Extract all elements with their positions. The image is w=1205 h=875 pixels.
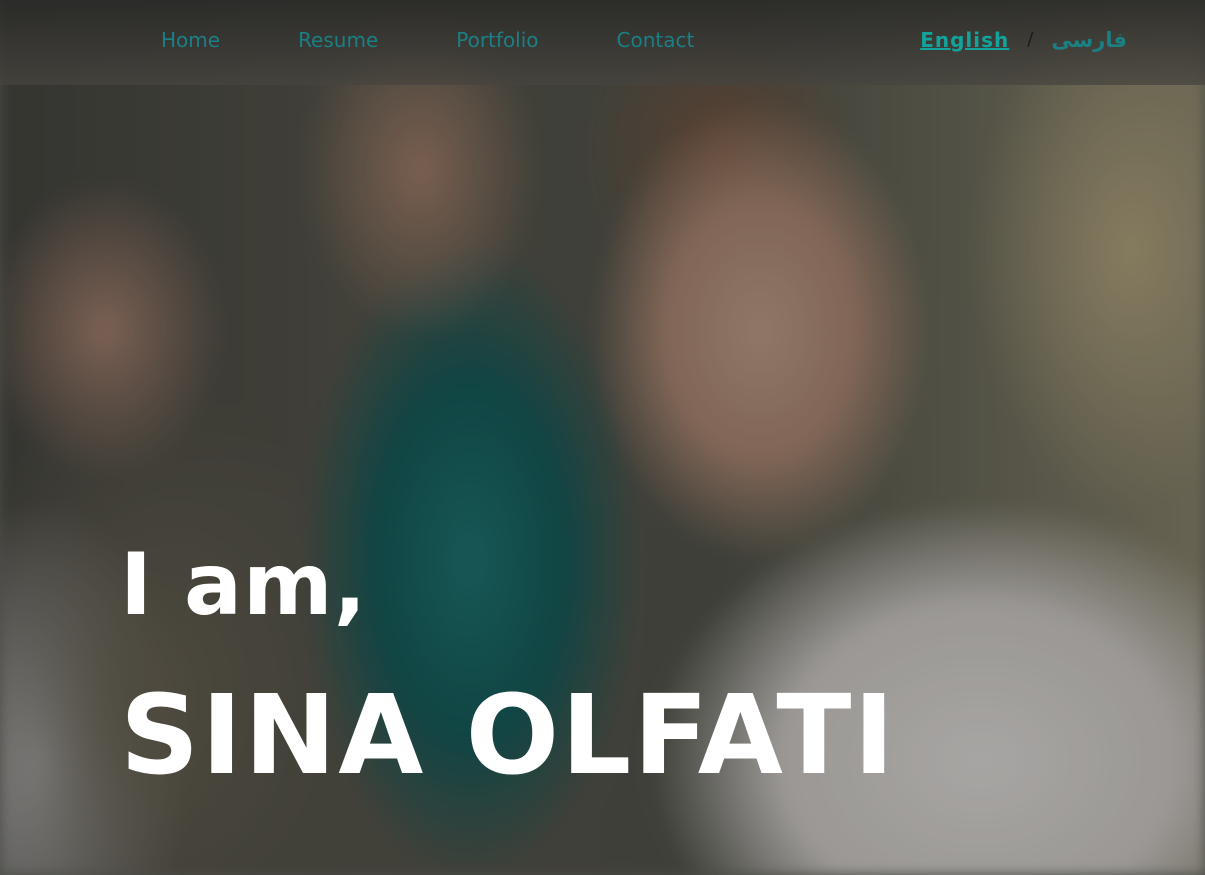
nav-link-portfolio[interactable]: Portfolio xyxy=(456,26,538,54)
hero-section: Home Resume Portfolio Contact English / … xyxy=(0,0,1205,875)
language-switcher: English / فارسی xyxy=(920,26,1127,54)
nav-links: Home Resume Portfolio Contact xyxy=(161,26,772,54)
nav-link-home[interactable]: Home xyxy=(161,26,220,54)
hero-name: SINA OLFATI xyxy=(120,671,897,799)
top-navbar: Home Resume Portfolio Contact English / … xyxy=(0,0,1205,85)
nav-link-resume[interactable]: Resume xyxy=(298,26,378,54)
language-separator: / xyxy=(1027,29,1034,50)
language-persian-link[interactable]: فارسی xyxy=(1051,26,1127,54)
nav-link-contact[interactable]: Contact xyxy=(617,26,695,54)
hero-headline: I am, SINA OLFATI xyxy=(120,520,896,810)
language-english-link[interactable]: English xyxy=(920,26,1009,54)
hero-intro-text: I am, xyxy=(120,535,368,635)
